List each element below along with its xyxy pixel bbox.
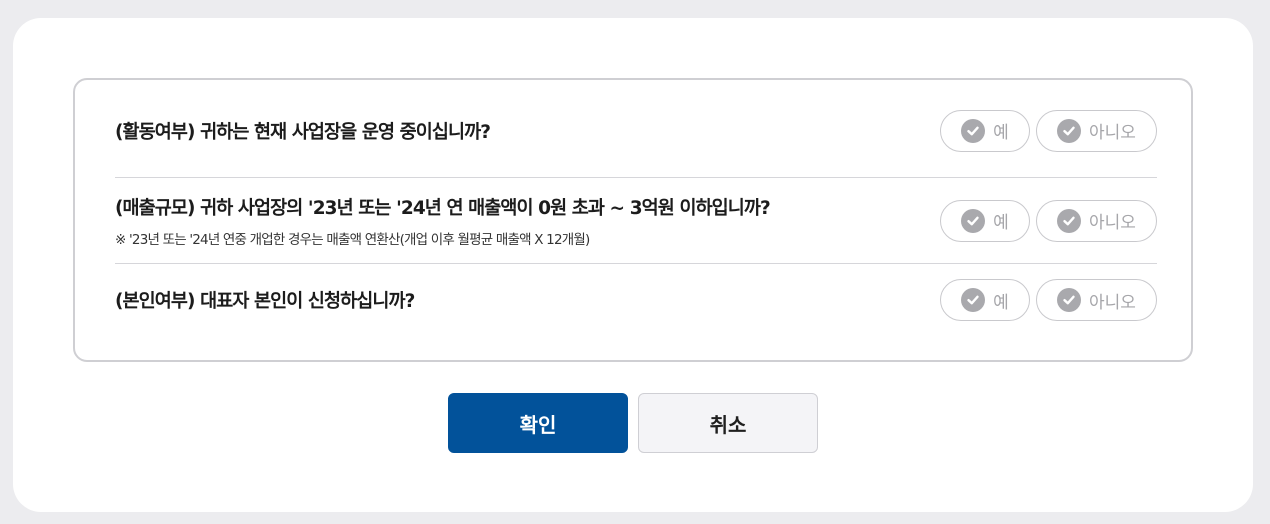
- question-text: (활동여부) 귀하는 현재 사업장을 운영 중이십니까?: [115, 121, 491, 143]
- check-circle-icon: [961, 118, 986, 143]
- no-option[interactable]: 아니오: [1036, 109, 1157, 152]
- question-text: (매출규모) 귀하 사업장의 '23년 또는 '24년 연 매출액이 0원 초과…: [115, 197, 771, 219]
- yes-label: 예: [993, 123, 1009, 143]
- check-circle-icon: [1057, 288, 1082, 312]
- question-text: (본인여부) 대표자 본인이 신청하십니까?: [115, 291, 415, 312]
- no-option[interactable]: 아니오: [1036, 279, 1157, 321]
- answer-options: 예 아니오: [940, 109, 1157, 152]
- eligibility-dialog: (활동여부) 귀하는 현재 사업장을 운영 중이십니까? 예 아니오 (매출규모…: [13, 18, 1253, 512]
- check-circle-icon: [961, 208, 986, 233]
- answer-options: 예 아니오: [940, 199, 1157, 242]
- question-text-group: (매출규모) 귀하 사업장의 '23년 또는 '24년 연 매출액이 0원 초과…: [115, 194, 771, 248]
- question-text-group: (본인여부) 대표자 본인이 신청하십니까?: [115, 287, 415, 313]
- yes-label: 예: [993, 292, 1009, 313]
- question-text-group: (활동여부) 귀하는 현재 사업장을 운영 중이십니까?: [115, 118, 491, 144]
- question-box: (활동여부) 귀하는 현재 사업장을 운영 중이십니까? 예 아니오 (매출규모…: [73, 78, 1193, 362]
- no-label: 아니오: [1089, 123, 1136, 143]
- confirm-button[interactable]: 확인: [448, 393, 628, 453]
- yes-option[interactable]: 예: [940, 199, 1030, 242]
- check-circle-icon: [961, 288, 986, 312]
- no-label: 아니오: [1089, 213, 1136, 233]
- question-row-activity: (활동여부) 귀하는 현재 사업장을 운영 중이십니까? 예 아니오: [115, 80, 1157, 178]
- question-row-revenue: (매출규모) 귀하 사업장의 '23년 또는 '24년 연 매출액이 0원 초과…: [115, 178, 1157, 264]
- question-note: ※ '23년 또는 '24년 연중 개업한 경우는 매출액 연환산(개업 이후 …: [115, 231, 590, 248]
- cancel-button[interactable]: 취소: [638, 393, 818, 453]
- check-circle-icon: [1057, 118, 1082, 143]
- question-row-identity: (본인여부) 대표자 본인이 신청하십니까? 예 아니오: [115, 264, 1157, 340]
- yes-label: 예: [993, 213, 1009, 233]
- dialog-actions: 확인 취소: [448, 393, 818, 453]
- check-circle-icon: [1057, 208, 1082, 233]
- yes-option[interactable]: 예: [940, 279, 1030, 321]
- no-label: 아니오: [1089, 292, 1136, 313]
- no-option[interactable]: 아니오: [1036, 199, 1157, 242]
- yes-option[interactable]: 예: [940, 109, 1030, 152]
- answer-options: 예 아니오: [940, 279, 1157, 321]
